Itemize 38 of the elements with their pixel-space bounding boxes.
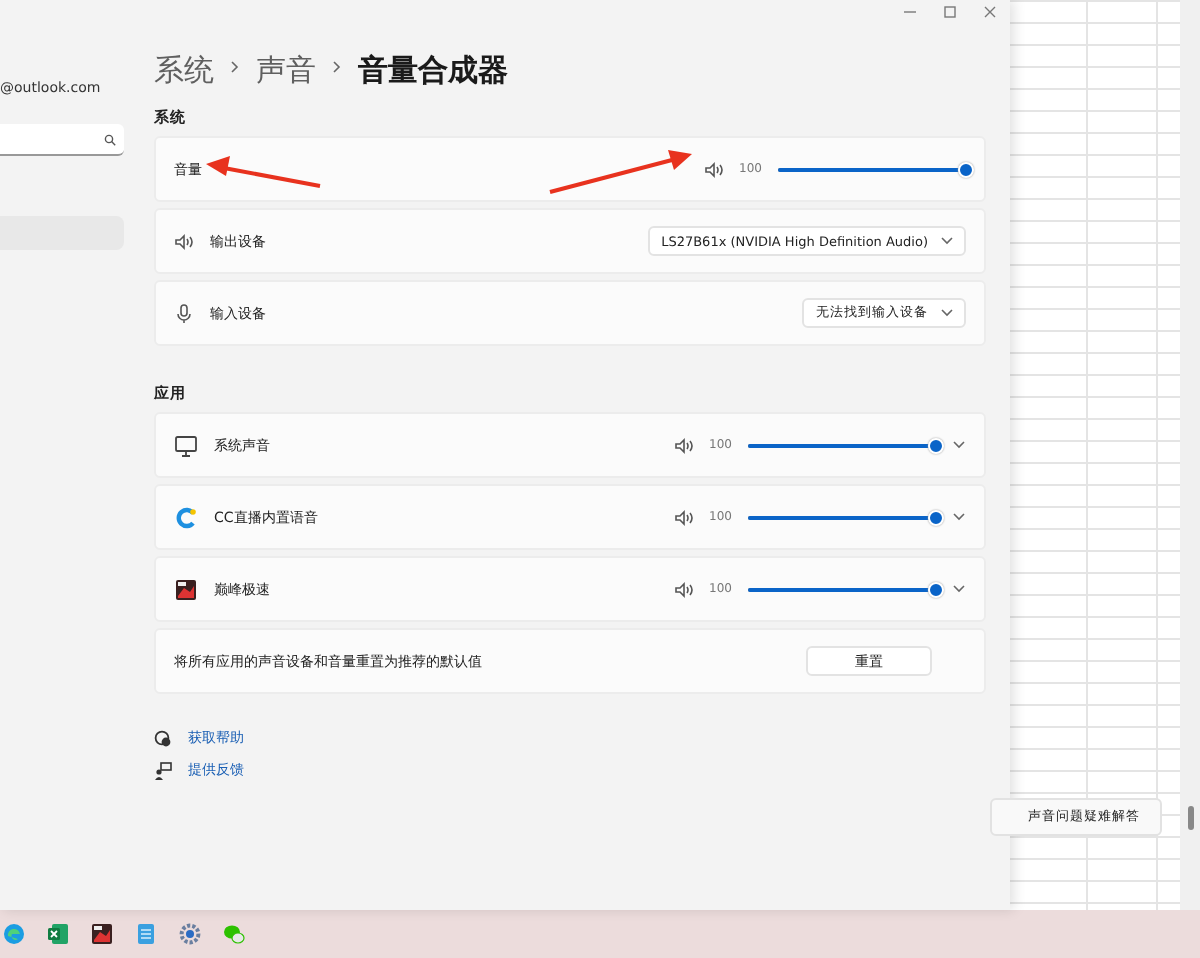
chevron-down-icon[interactable] xyxy=(940,308,954,318)
slider-thumb[interactable] xyxy=(958,161,974,177)
scrollbar-thumb[interactable] xyxy=(1187,806,1193,830)
taskbar-button[interactable] xyxy=(88,920,114,948)
notepad-icon xyxy=(135,922,155,946)
chat-bubbles-icon xyxy=(221,922,245,946)
speaker-icon xyxy=(174,233,194,249)
game-app-icon xyxy=(174,577,198,601)
annotation-arrow xyxy=(549,150,692,194)
annotation-arrow xyxy=(206,156,321,188)
speaker-icon xyxy=(673,509,694,525)
speaker-icon xyxy=(673,581,694,597)
slider-thumb[interactable] xyxy=(928,581,944,597)
search-icon xyxy=(104,133,116,145)
breadcrumb-item[interactable]: 系统 xyxy=(154,51,214,89)
breadcrumb-item[interactable]: 声音 xyxy=(256,51,316,89)
speaker-icon xyxy=(673,437,694,453)
monitor-icon xyxy=(174,433,198,457)
chevron-down-icon[interactable] xyxy=(940,236,954,246)
help-icon xyxy=(154,729,172,747)
chevron-right-icon xyxy=(230,60,240,74)
chevron-down-icon[interactable] xyxy=(952,512,966,522)
gear-icon xyxy=(177,922,201,946)
close-icon[interactable] xyxy=(982,4,998,20)
spreadsheet-app-icon xyxy=(45,922,69,946)
chevron-down-icon[interactable] xyxy=(952,440,966,450)
feedback-icon xyxy=(154,761,172,779)
chevron-right-icon xyxy=(332,60,342,74)
slider-thumb[interactable] xyxy=(928,509,944,525)
search-field[interactable] xyxy=(0,124,124,156)
chevron-down-icon[interactable] xyxy=(952,584,966,594)
speaker-icon xyxy=(703,161,724,177)
game-app-icon xyxy=(89,922,113,946)
breadcrumb-item: 音量合成器 xyxy=(358,51,508,89)
browser-icon xyxy=(1,922,25,946)
slider-thumb[interactable] xyxy=(928,437,944,453)
cc-app-icon xyxy=(174,505,198,529)
microphone-icon xyxy=(174,303,194,323)
